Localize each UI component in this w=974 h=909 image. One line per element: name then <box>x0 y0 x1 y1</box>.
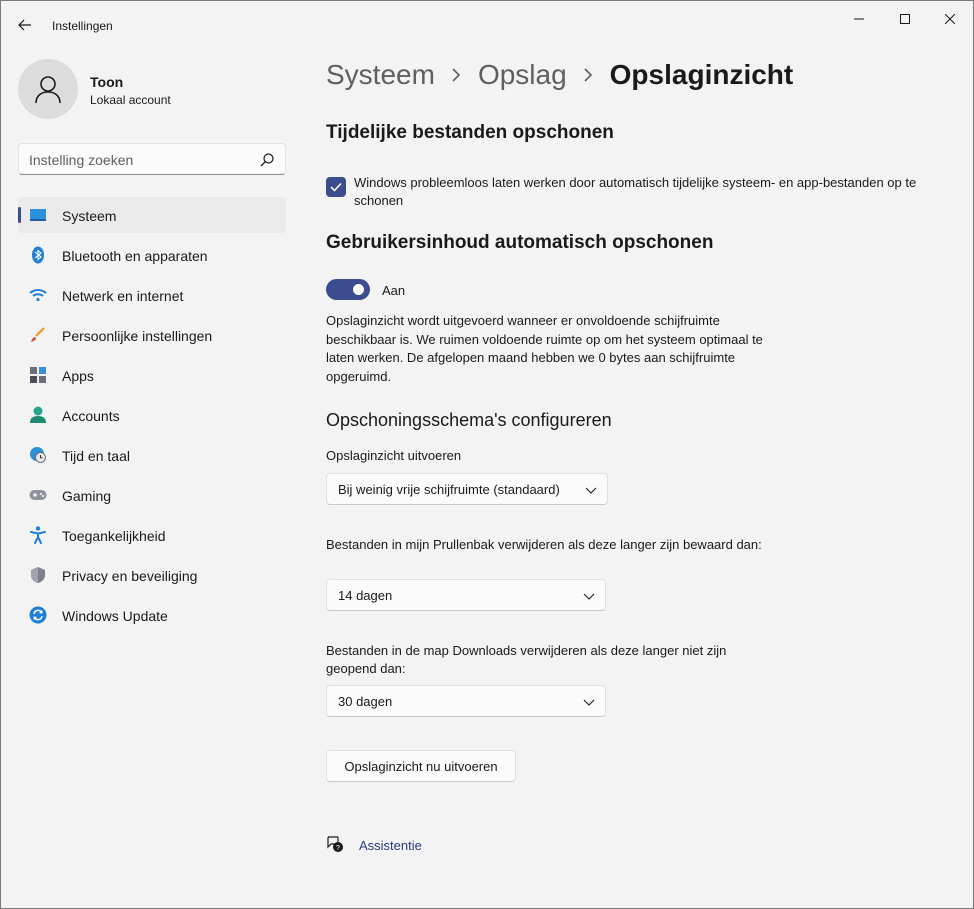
sidebar-item-tijd[interactable]: Tijd en taal <box>18 437 286 473</box>
sidebar-item-toegankelijkheid[interactable]: Toegankelijkheid <box>18 517 286 553</box>
dropdown-value: 30 dagen <box>338 694 393 709</box>
sidebar-item-apps[interactable]: Apps <box>18 357 286 393</box>
brush-icon <box>29 326 47 344</box>
temp-files-checkbox[interactable] <box>326 177 346 197</box>
sidebar-item-label: Apps <box>62 368 94 384</box>
breadcrumb-systeem[interactable]: Systeem <box>326 59 435 91</box>
clock-globe-icon <box>29 446 47 464</box>
sidebar-item-label: Privacy en beveiliging <box>62 568 198 584</box>
search-input[interactable] <box>29 151 249 169</box>
close-button[interactable] <box>927 5 973 33</box>
accounts-icon <box>29 406 47 424</box>
auto-cleanup-toggle[interactable] <box>326 279 370 300</box>
sidebar-item-accounts[interactable]: Accounts <box>18 397 286 433</box>
sidebar-item-windows-update[interactable]: Windows Update <box>18 597 286 633</box>
back-arrow-icon <box>18 19 31 31</box>
system-icon <box>29 206 47 224</box>
breadcrumb: Systeem Opslag Opslaginzicht <box>326 59 793 91</box>
dropdown-value: Bij weinig vrije schijfruimte (standaard… <box>338 482 560 497</box>
accessibility-icon <box>29 526 47 544</box>
breadcrumb-opslag[interactable]: Opslag <box>478 59 567 91</box>
search-icon[interactable] <box>259 152 275 168</box>
run-frequency-label: Opslaginzicht uitvoeren <box>326 448 462 463</box>
chevron-down-icon <box>583 593 595 600</box>
apps-icon <box>29 366 47 384</box>
update-icon <box>29 606 47 624</box>
sidebar-item-netwerk[interactable]: Netwerk en internet <box>18 277 286 313</box>
sidebar-item-label: Persoonlijke instellingen <box>62 328 213 344</box>
minimize-icon <box>854 18 864 20</box>
person-icon <box>35 76 61 104</box>
help-chat-icon: ? <box>327 836 343 852</box>
chevron-down-icon <box>583 699 595 706</box>
sidebar-item-persoonlijk[interactable]: Persoonlijke instellingen <box>18 317 286 353</box>
sidebar-item-label: Tijd en taal <box>62 448 130 464</box>
svg-text:?: ? <box>336 845 340 852</box>
page-title: Opslaginzicht <box>609 59 794 90</box>
run-now-button[interactable]: Opslaginzicht nu uitvoeren <box>326 750 516 782</box>
help-link[interactable]: Assistentie <box>359 838 422 853</box>
auto-cleanup-heading: Gebruikersinhoud automatisch opschonen <box>326 232 714 253</box>
sidebar-item-systeem[interactable]: Systeem <box>18 197 286 233</box>
temp-files-heading: Tijdelijke bestanden opschonen <box>326 122 614 143</box>
avatar <box>18 59 78 119</box>
shield-icon <box>29 566 47 584</box>
close-icon <box>945 14 955 24</box>
back-button[interactable] <box>13 13 37 37</box>
sidebar-item-gaming[interactable]: Gaming <box>18 477 286 513</box>
recycle-bin-label: Bestanden in mijn Prullenbak verwijderen… <box>326 537 762 552</box>
minimize-button[interactable] <box>836 5 882 33</box>
chevron-right-icon <box>435 68 478 82</box>
temp-files-checkbox-label: Windows probleemloos laten werken door a… <box>354 175 917 208</box>
sidebar-item-label: Toegankelijkheid <box>62 528 166 544</box>
chevron-right-icon <box>567 68 610 82</box>
sidebar-item-label: Bluetooth en apparaten <box>62 248 208 264</box>
toggle-knob <box>353 284 364 295</box>
recycle-bin-dropdown[interactable]: 14 dagen <box>326 579 606 611</box>
toggle-state-label: Aan <box>382 283 406 298</box>
sidebar-item-label: Accounts <box>62 408 120 424</box>
sidebar-nav: Systeem Bluetooth en apparaten Netwerk e… <box>18 197 286 637</box>
settings-window: Instellingen Toon Lokaal account Instell… <box>0 0 974 909</box>
bluetooth-icon <box>29 246 47 264</box>
title-bar: Instellingen <box>1 1 973 49</box>
sidebar-item-label: Windows Update <box>62 608 168 624</box>
sidebar-item-label: Gaming <box>62 488 112 504</box>
sidebar-item-bluetooth[interactable]: Bluetooth en apparaten <box>18 237 286 273</box>
maximize-icon <box>900 14 910 24</box>
sidebar-item-privacy[interactable]: Privacy en beveiliging <box>18 557 286 593</box>
maximize-button[interactable] <box>882 5 928 33</box>
run-frequency-dropdown[interactable]: Bij weinig vrije schijfruimte (standaard… <box>326 473 608 505</box>
schedule-heading: Opschoningsschema's configureren <box>326 410 612 430</box>
downloads-dropdown[interactable]: 30 dagen <box>326 685 606 717</box>
wifi-icon <box>29 286 47 304</box>
chevron-down-icon <box>585 487 597 494</box>
sidebar-item-label: Systeem <box>62 208 117 224</box>
auto-cleanup-description: Opslaginzicht wordt uitgevoerd wanneer e… <box>326 313 763 384</box>
profile-account-type: Lokaal account <box>90 93 171 107</box>
app-title: Instellingen <box>52 19 113 33</box>
settings-search[interactable] <box>18 143 286 175</box>
sidebar-item-label: Netwerk en internet <box>62 288 184 304</box>
profile-name: Toon <box>90 74 124 90</box>
gamepad-icon <box>29 486 47 504</box>
downloads-label: Bestanden in de map Downloads verwijdere… <box>326 643 727 676</box>
checkmark-icon <box>330 182 342 192</box>
dropdown-value: 14 dagen <box>338 588 393 603</box>
